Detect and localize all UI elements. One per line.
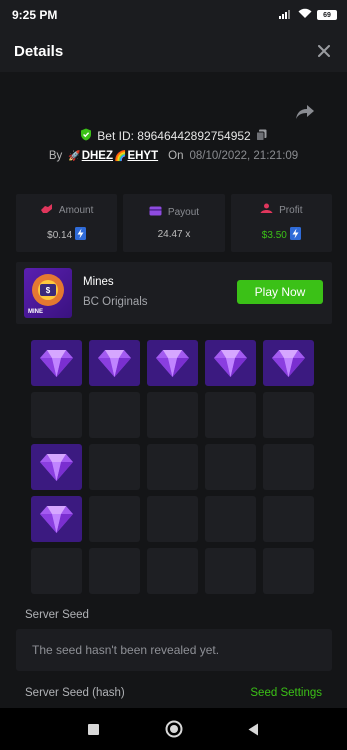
mines-cell-empty (31, 392, 82, 438)
stat-profit: Profit $3.50 (230, 194, 332, 252)
player-link[interactable]: 🚀 DHEZ 🌈 EHYT (68, 150, 158, 162)
mines-cell-gem (31, 496, 82, 542)
mines-cell-gem (147, 340, 198, 386)
stat-label: Amount (58, 204, 94, 216)
player-name: DHEZ (81, 150, 113, 162)
recents-icon (88, 723, 99, 735)
seed-settings-link[interactable]: Seed Settings (250, 687, 322, 699)
mines-cell-empty (147, 444, 198, 490)
header: Details (0, 30, 347, 72)
svg-text:$: $ (46, 286, 51, 295)
by-label: By (48, 150, 63, 162)
mines-cell-gem (263, 340, 314, 386)
currency-bolt-icon (75, 227, 87, 243)
details-content: Bet ID: 89646442892754952 By 🚀 DHEZ 🌈 EH… (0, 72, 347, 708)
mines-cell-empty (31, 548, 82, 594)
server-seed-label: Server Seed (25, 609, 89, 621)
system-nav-bar (0, 708, 347, 750)
gem-icon (98, 350, 131, 377)
verified-shield-icon (80, 128, 92, 144)
mines-cell-empty (205, 444, 256, 490)
stat-value: $3.50 (261, 229, 287, 241)
signal-icon (279, 6, 293, 24)
copy-icon (255, 129, 267, 141)
home-button[interactable] (164, 719, 184, 739)
amount-icon (40, 203, 53, 217)
mines-cell-empty (205, 496, 256, 542)
currency-bolt-icon (289, 227, 301, 243)
close-button[interactable] (315, 42, 333, 60)
rainbow-emoji-icon: 🌈 (114, 150, 127, 162)
wifi-icon (298, 6, 312, 24)
stat-value: 24.47 x (157, 229, 191, 240)
play-now-button[interactable]: Play Now (237, 280, 323, 304)
bet-id-row: Bet ID: 89646442892754952 (0, 128, 347, 144)
game-thumb-label: MINE (28, 309, 43, 315)
mines-cell-empty (89, 444, 140, 490)
mines-cell-empty (263, 548, 314, 594)
gem-icon (214, 350, 247, 377)
mines-cell-empty (205, 548, 256, 594)
status-bar: 9:25 PM 69 (0, 0, 347, 30)
back-button[interactable] (244, 719, 264, 739)
bet-stats: Amount $0.14 Payout 24.47 x Profit $3.50 (16, 194, 332, 252)
server-seed-value: The seed hasn't been revealed yet. (32, 643, 220, 657)
mines-cell-empty (205, 392, 256, 438)
gem-icon (40, 350, 73, 377)
stat-payout: Payout 24.47 x (123, 194, 225, 252)
stat-amount: Amount $0.14 (16, 194, 118, 252)
gem-icon (40, 506, 73, 533)
battery-icon: 69 (317, 10, 337, 20)
rocket-emoji-icon: 🚀 (68, 150, 81, 162)
server-seed-field: The seed hasn't been revealed yet. (16, 629, 332, 671)
mines-cell-gem (205, 340, 256, 386)
game-provider: BC Originals (83, 296, 148, 308)
share-button[interactable] (295, 104, 317, 124)
mines-cell-empty (263, 496, 314, 542)
mines-cell-empty (147, 548, 198, 594)
mines-cell-empty (89, 548, 140, 594)
close-icon (318, 45, 330, 57)
mines-cell-gem (31, 444, 82, 490)
gem-icon (272, 350, 305, 377)
mines-cell-empty (147, 392, 198, 438)
gem-icon (40, 454, 73, 481)
stat-value: $0.14 (47, 229, 73, 241)
mines-cell-empty (263, 392, 314, 438)
bet-date: 08/10/2022, 21:21:09 (189, 150, 299, 162)
mines-cell-gem (31, 340, 82, 386)
share-icon (296, 105, 314, 119)
game-name: Mines (83, 276, 114, 288)
copy-button[interactable] (255, 129, 267, 144)
mines-cell-empty (147, 496, 198, 542)
bet-author-row: By 🚀 DHEZ 🌈 EHYT On 08/10/2022, 21:21:09 (0, 150, 347, 162)
mines-cell-empty (89, 496, 140, 542)
bet-id: Bet ID: 89646442892754952 (97, 129, 251, 143)
payout-icon (149, 206, 162, 219)
status-icons: 69 (279, 6, 337, 24)
back-icon (248, 723, 258, 735)
game-card: $ MINE Mines BC Originals Play Now (16, 262, 332, 324)
stat-label: Profit (279, 204, 303, 216)
mines-cell-empty (263, 444, 314, 490)
game-thumbnail[interactable]: $ MINE (24, 268, 72, 318)
page-title: Details (14, 42, 64, 60)
profit-icon (260, 203, 273, 217)
player-name-2: EHYT (127, 150, 159, 162)
on-label: On (168, 150, 184, 162)
recents-button[interactable] (84, 719, 104, 739)
stat-label: Payout (167, 207, 200, 218)
status-time: 9:25 PM (12, 8, 58, 22)
home-icon (165, 720, 182, 738)
gem-icon (156, 350, 189, 377)
mines-cell-gem (89, 340, 140, 386)
server-seed-hash-label: Server Seed (hash) (25, 687, 125, 699)
mines-cell-empty (89, 392, 140, 438)
